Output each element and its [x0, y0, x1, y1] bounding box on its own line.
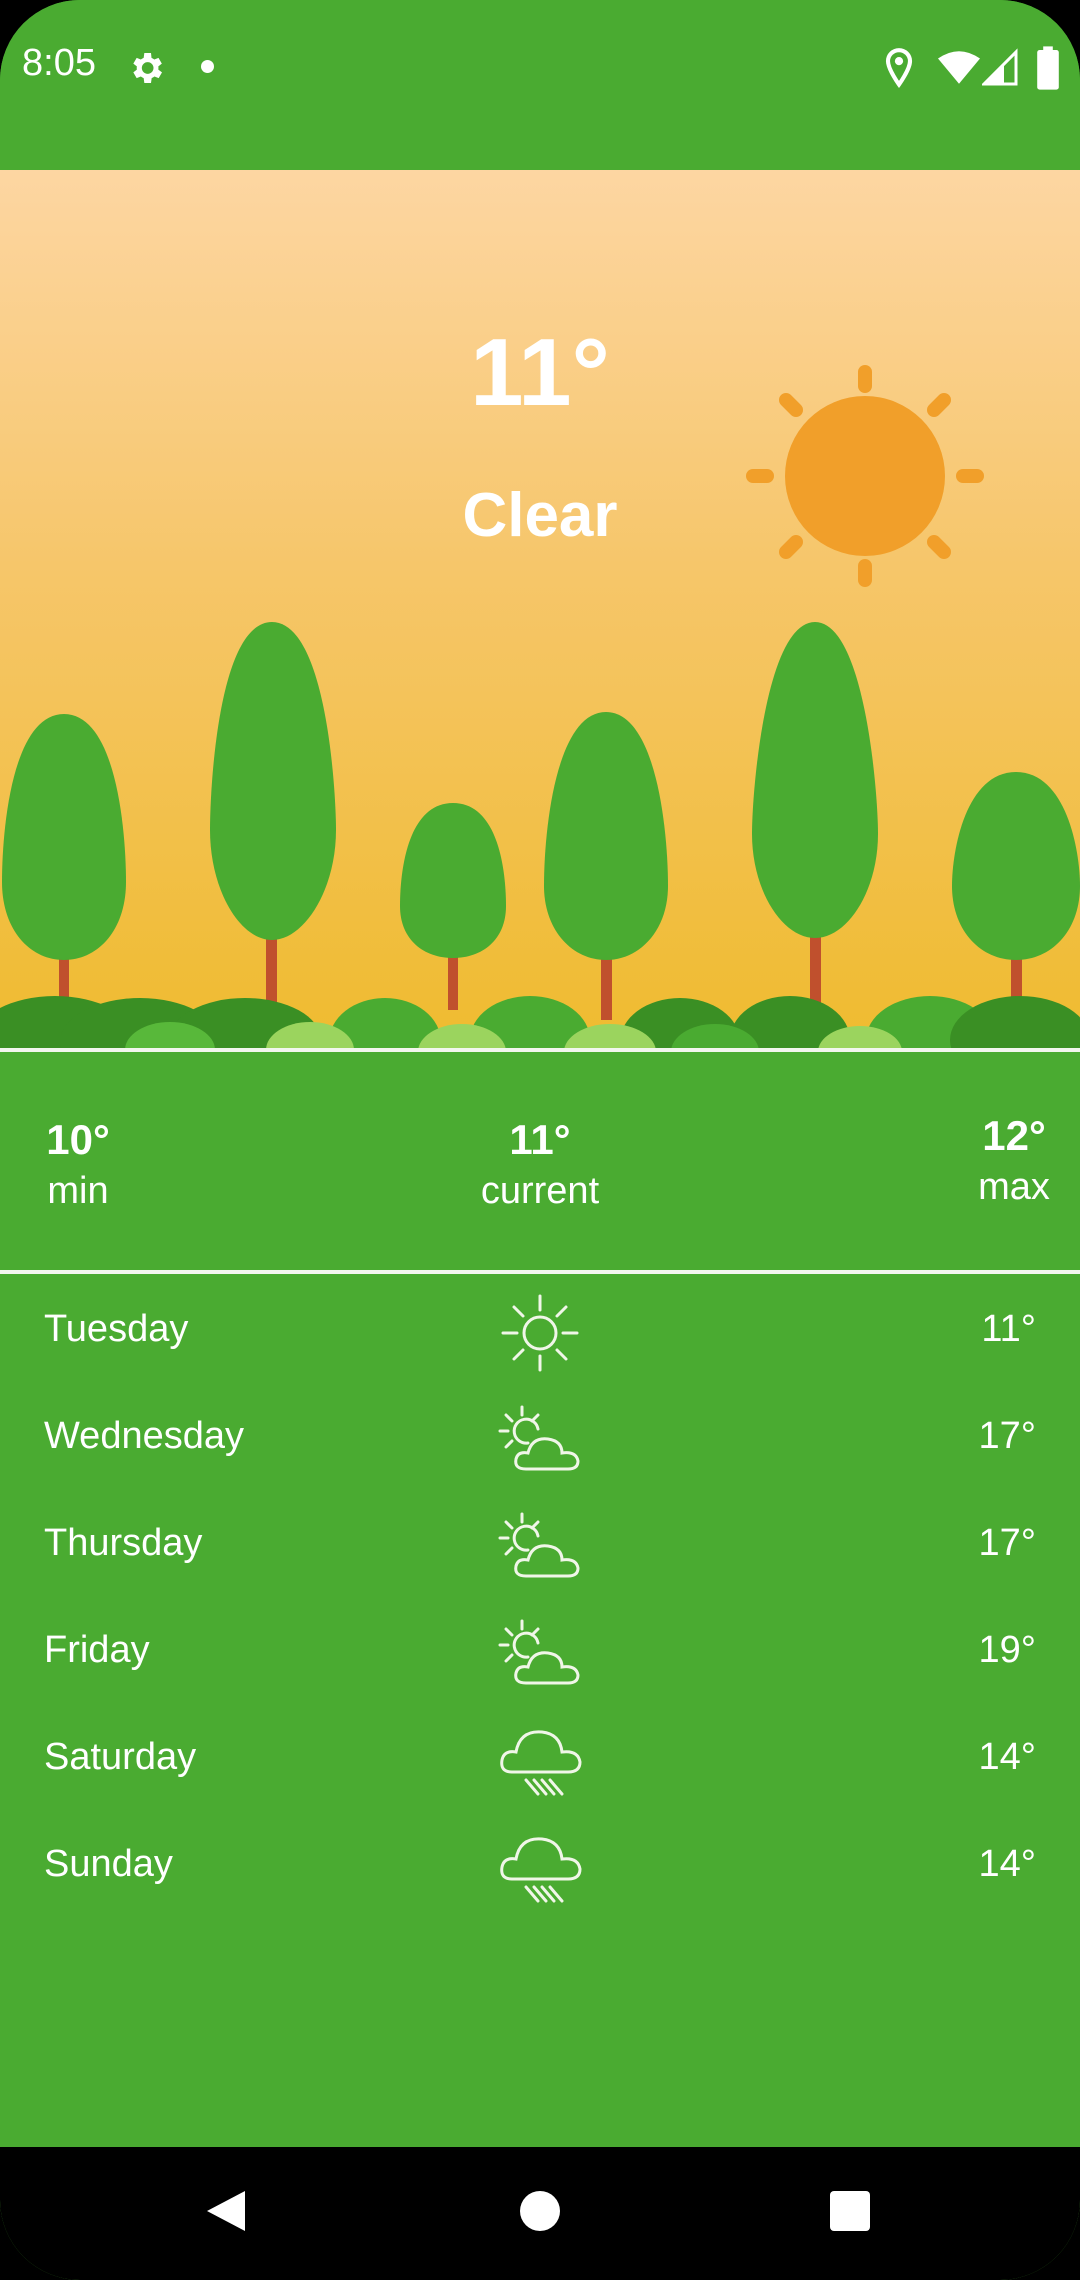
forecast-row-thursday[interactable]: Thursday 17°: [0, 1494, 1080, 1601]
landscape-illustration: [0, 365, 1080, 1050]
partly-cloudy-icon: [498, 1619, 580, 1685]
forecast-temp: 17°: [978, 1415, 1036, 1457]
status-time: 8:05: [22, 42, 96, 84]
forecast-day: Friday: [44, 1629, 150, 1671]
max-label: max: [978, 1166, 1050, 1208]
home-icon[interactable]: [500, 2171, 580, 2251]
forecast-row-sunday[interactable]: Sunday 14°: [0, 1815, 1080, 1922]
temperature-summary: 10° min 11° current 12° max: [0, 1054, 1080, 1270]
status-bar: 8:05: [0, 0, 1080, 170]
back-icon[interactable]: [185, 2171, 265, 2251]
current-summary: 11° current: [460, 1116, 620, 1213]
forecast-row-tuesday[interactable]: Tuesday 11°: [0, 1280, 1080, 1387]
forecast-row-saturday[interactable]: Saturday 14°: [0, 1708, 1080, 1815]
bushes: [0, 996, 1080, 1050]
partly-cloudy-icon: [498, 1512, 580, 1578]
min-value: 10°: [46, 1116, 110, 1163]
forecast-day: Wednesday: [44, 1415, 244, 1457]
gear-icon: [133, 53, 162, 83]
min-label: min: [47, 1170, 109, 1212]
forecast-row-friday[interactable]: Friday 19°: [0, 1601, 1080, 1708]
notification-dot-icon: [201, 60, 214, 73]
signal-icon: [982, 48, 1018, 86]
app-screen: 8:05 11° Clear 10° min 11° current 12° m…: [0, 0, 1080, 2280]
current-temperature: 11°: [470, 319, 610, 426]
forecast-temp: 19°: [978, 1629, 1036, 1671]
forecast-temp: 17°: [978, 1522, 1036, 1564]
forecast-temp: 14°: [978, 1843, 1036, 1885]
forecast-day: Tuesday: [44, 1308, 189, 1350]
forecast-row-wednesday[interactable]: Wednesday 17°: [0, 1387, 1080, 1494]
current-label: current: [480, 1170, 600, 1212]
recents-icon[interactable]: [810, 2171, 890, 2251]
weather-hero: 11° Clear: [0, 170, 1080, 1050]
battery-icon: [1037, 46, 1059, 90]
divider: [0, 1048, 1080, 1052]
sun-icon: [501, 1294, 579, 1372]
forecast-temp: 14°: [978, 1736, 1036, 1778]
trees: [2, 622, 1080, 1020]
current-value: 11°: [509, 1116, 571, 1163]
partly-cloudy-icon: [498, 1405, 580, 1471]
location-icon: [885, 48, 913, 89]
weather-condition: Clear: [462, 481, 618, 550]
rain-icon: [500, 1730, 582, 1796]
forecast-day: Saturday: [44, 1736, 197, 1778]
divider: [0, 1270, 1080, 1274]
max-temperature: 12° max: [966, 1112, 1062, 1209]
max-value: 12°: [982, 1112, 1046, 1159]
min-temperature: 10° min: [36, 1116, 120, 1213]
navigation-bar: [0, 2147, 1080, 2280]
forecast-temp: 11°: [981, 1308, 1036, 1350]
rain-icon: [500, 1837, 582, 1903]
wifi-icon: [938, 51, 980, 84]
forecast-day: Thursday: [44, 1522, 203, 1564]
forecast-day: Sunday: [44, 1843, 173, 1885]
